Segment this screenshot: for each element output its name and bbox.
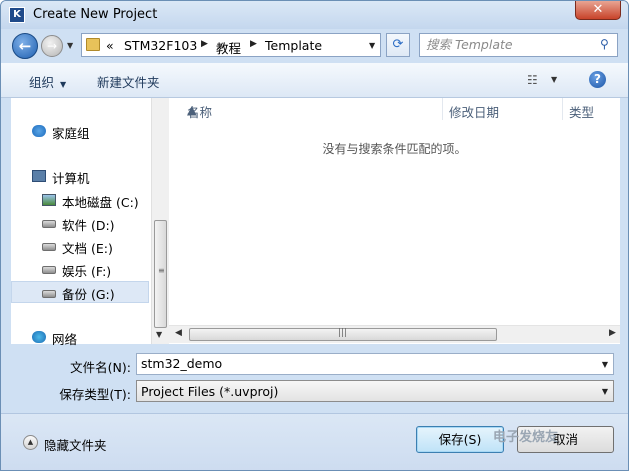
history-dropdown-icon[interactable]: ▼: [67, 41, 73, 50]
drive-icon: [42, 243, 56, 251]
scroll-left-icon[interactable]: ◀: [175, 328, 182, 338]
filename-field[interactable]: ▼: [136, 353, 614, 375]
filetype-label: 保存类型(T):: [59, 387, 131, 402]
scrollbar-thumb[interactable]: ≡: [154, 220, 167, 328]
horizontal-scrollbar[interactable]: ◀ ||| ▶: [169, 325, 620, 343]
column-header-name[interactable]: ▲ 名称: [169, 98, 443, 120]
empty-message: 没有与搜索条件匹配的项。: [322, 142, 467, 156]
filetype-select[interactable]: Project Files (*.uvproj) ▼: [136, 380, 614, 402]
navigation-pane: 家庭组 计算机 本地磁盘 (C:) 软件 (D:) 文档 (E:) 娱乐 (F:…: [11, 98, 151, 347]
back-button[interactable]: ←: [12, 33, 38, 59]
sidebar-item-drive-e[interactable]: 文档 (E:): [11, 235, 149, 257]
sidebar-item-label: 文档 (E:): [62, 241, 113, 256]
chevron-down-icon[interactable]: ▼: [602, 360, 608, 369]
sidebar-item-label: 家庭组: [52, 126, 90, 141]
organize-label: 组织: [29, 75, 55, 90]
sidebar-item-homegroup[interactable]: 家庭组: [11, 120, 149, 142]
chevron-down-icon: ▼: [601, 387, 608, 396]
sidebar-item-drive-c[interactable]: 本地磁盘 (C:): [11, 189, 149, 211]
computer-icon: [32, 170, 46, 182]
close-button[interactable]: ✕: [575, 1, 621, 20]
sidebar-item-computer[interactable]: 计算机: [11, 165, 149, 187]
hide-folders-toggle[interactable]: 隐藏文件夹: [44, 435, 107, 454]
grip-icon: |||: [338, 328, 348, 338]
view-dropdown-icon[interactable]: ▼: [551, 75, 557, 84]
keil-app-icon: K: [9, 7, 25, 23]
watermark-text: 电子发烧友: [493, 430, 559, 445]
breadcrumb-jiaocheng[interactable]: 教程: [216, 38, 241, 57]
filename-label: 文件名(N):: [70, 360, 131, 375]
title-bar: K Create New Project ✕: [1, 1, 628, 29]
column-header-label: 名称: [187, 105, 213, 120]
scroll-right-icon[interactable]: ▶: [609, 328, 616, 338]
sidebar-item-label: 本地磁盘 (C:): [62, 195, 139, 210]
sidebar-item-label: 网络: [52, 332, 78, 347]
scrollbar-thumb[interactable]: |||: [189, 328, 497, 341]
sidebar-item-network[interactable]: 网络: [11, 326, 149, 348]
system-drive-icon: [42, 194, 56, 206]
folder-icon: [86, 38, 100, 51]
search-box[interactable]: ⚲: [419, 33, 618, 57]
sidebar-item-label: 软件 (D:): [62, 218, 115, 233]
breadcrumb-overflow[interactable]: «: [106, 38, 114, 53]
network-icon: [32, 331, 46, 343]
column-header-label: 类型: [569, 105, 595, 120]
sidebar-item-drive-g[interactable]: 备份 (G:): [11, 281, 149, 303]
refresh-icon: ⟳: [392, 37, 404, 52]
breadcrumb-separator-icon[interactable]: ▶: [201, 39, 208, 49]
organize-button[interactable]: 组织 ▼: [29, 72, 66, 91]
sidebar-item-drive-d[interactable]: 软件 (D:): [11, 212, 149, 234]
command-toolbar: 组织 ▼ 新建文件夹 ☷ ▼ ?: [1, 63, 628, 98]
filename-input[interactable]: [141, 356, 596, 371]
view-options-icon[interactable]: ☷: [527, 73, 538, 87]
save-dialog: K Create New Project ✕ ← → ▼ « STM32F103…: [0, 0, 629, 471]
dialog-footer: ▲ 隐藏文件夹 保存(S) 取消 电子发烧友: [1, 413, 628, 470]
grip-icon: ≡: [158, 266, 165, 275]
sidebar-item-label: 计算机: [52, 171, 90, 186]
save-button[interactable]: 保存(S): [416, 426, 504, 453]
sidebar-item-drive-f[interactable]: 娱乐 (F:): [11, 258, 149, 280]
filetype-value: Project Files (*.uvproj): [141, 384, 279, 399]
refresh-button[interactable]: ⟳: [386, 33, 410, 57]
column-header-type[interactable]: 类型: [563, 98, 620, 120]
address-bar[interactable]: « STM32F103 ▶ 教程 ▶ Template ▼: [81, 33, 381, 57]
search-input[interactable]: [426, 37, 596, 52]
scroll-down-icon[interactable]: ▼: [156, 330, 162, 339]
new-folder-button[interactable]: 新建文件夹: [97, 72, 160, 91]
drive-icon: [42, 290, 56, 298]
sidebar-item-label: 备份 (G:): [62, 287, 115, 302]
help-icon[interactable]: ?: [589, 71, 606, 88]
drive-icon: [42, 266, 56, 274]
drive-icon: [42, 220, 56, 228]
homegroup-icon: [32, 125, 46, 137]
sidebar-item-label: 娱乐 (F:): [62, 264, 112, 279]
window-title: Create New Project: [33, 7, 158, 22]
column-header-label: 修改日期: [449, 105, 500, 120]
collapse-up-icon[interactable]: ▲: [23, 435, 38, 450]
column-header-date[interactable]: 修改日期: [443, 98, 563, 120]
forward-button[interactable]: →: [41, 35, 63, 57]
chevron-down-icon: ▼: [60, 80, 67, 89]
breadcrumb-separator-icon[interactable]: ▶: [250, 39, 257, 49]
breadcrumb-template[interactable]: Template: [265, 38, 322, 53]
search-icon[interactable]: ⚲: [600, 37, 609, 51]
file-list: ▲ 名称 修改日期 类型 没有与搜索条件匹配的项。 ◀ ||| ▶: [169, 98, 620, 344]
address-dropdown-icon[interactable]: ▼: [369, 41, 375, 50]
breadcrumb-stm32f103[interactable]: STM32F103: [124, 38, 197, 53]
navigation-scrollbar[interactable]: ≡ ▼: [151, 98, 169, 344]
navigation-bar: ← → ▼ « STM32F103 ▶ 教程 ▶ Template ▼ ⟳ ⚲: [1, 29, 628, 63]
